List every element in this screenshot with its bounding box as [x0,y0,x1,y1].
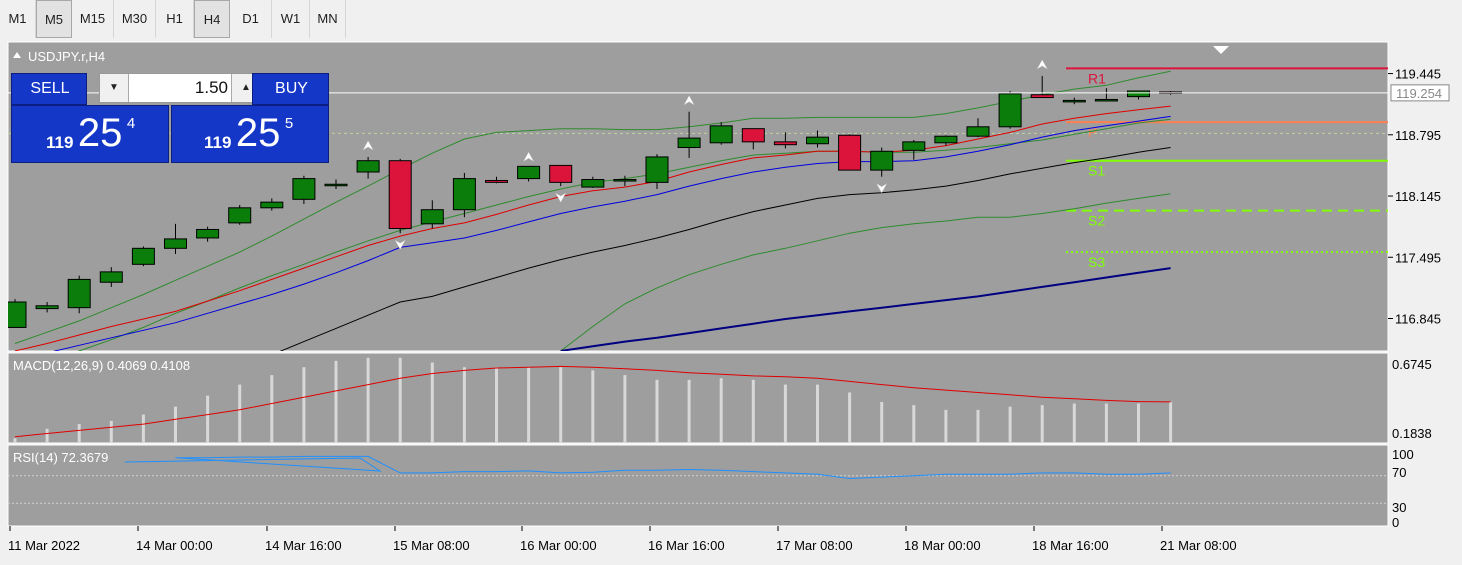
candle-body [485,179,508,183]
price-tick-label: 116.845 [1395,311,1441,326]
price-tick-label: 118.145 [1395,189,1441,204]
pivot-label-s1: S1 [1088,163,1105,179]
candle-body [998,93,1022,128]
candle-body [966,126,990,137]
buy-price-box[interactable]: 119 25 5 [171,105,329,163]
sell-button[interactable]: SELL [11,73,87,105]
sell-price-box[interactable]: 119 25 4 [11,105,169,163]
price-tick-label: 117.495 [1395,250,1441,265]
pivot-label-s2: S2 [1088,213,1105,229]
sell-label: SELL [30,80,70,97]
candle-body [8,301,27,328]
timeframe-button-h1[interactable]: H1 [156,0,194,38]
candle-body [164,238,187,249]
rsi-tick-label: 0 [1392,515,1399,530]
time-tick-label: 16 Mar 00:00 [520,538,597,553]
buy-price: 119 25 5 [204,111,293,156]
macd-tick-label: 0.1838 [1392,426,1432,441]
rsi-label: RSI(14) 72.3679 [13,450,108,465]
sell-big-figure: 119 [46,133,74,152]
candle-body [228,207,252,224]
rsi-tick-label: 30 [1392,500,1406,515]
candle-body [324,183,348,187]
candle-body [1030,94,1054,99]
macd-tick-label: 0.6745 [1392,357,1432,372]
price-tick-label: 119.445 [1395,67,1441,82]
timeframe-button-m30[interactable]: M30 [114,0,156,38]
current-price-label: 119.254 [1396,86,1442,101]
timeframe-button-d1[interactable]: D1 [230,0,272,38]
time-tick-label: 15 Mar 08:00 [393,538,470,553]
timeframe-button-m5[interactable]: M5 [36,0,72,38]
candle-body [677,137,701,149]
candle-body [581,179,605,188]
candle-body [420,209,444,225]
candle-body [773,141,797,146]
timeframe-toolbar: M1 M5 M15 M30 H1 H4 D1 W1 MN [0,0,820,39]
time-tick-label: 11 Mar 2022 [8,538,80,553]
symbol-label: USDJPY.r,H4 [28,49,105,64]
candle-body [1127,90,1150,98]
candle-body [452,178,476,211]
timeframe-button-h4[interactable]: H4 [194,0,230,38]
buy-button[interactable]: BUY [252,73,329,105]
candle-body [517,165,541,180]
candle-body [260,201,284,209]
candle-body [67,278,91,309]
candle-body [934,135,958,144]
sell-pips: 25 [77,111,123,155]
candle-body [35,305,59,310]
triangle-up-icon: ▲ [241,82,251,93]
candle-body [549,164,573,183]
lot-size-field[interactable]: ▼ 1.50 ▲ [99,73,261,103]
candle-body [902,141,926,151]
candle-body [292,178,316,200]
candle-body [196,228,220,239]
buy-pips: 25 [235,111,281,155]
time-tick-label: 18 Mar 00:00 [904,538,981,553]
buy-big-figure: 119 [204,133,232,152]
sell-fraction: 4 [126,115,136,132]
time-tick-label: 14 Mar 00:00 [136,538,213,553]
macd-label: MACD(12,26,9) 0.4069 0.4108 [13,358,190,373]
timeframe-button-m1[interactable]: M1 [0,0,36,38]
candle-body [709,125,733,144]
candle-body [1094,98,1118,102]
candle-body [131,247,155,265]
candle-body [613,179,637,182]
buy-label: BUY [275,80,308,97]
lot-size-value[interactable]: 1.50 [130,74,228,102]
candle-body [741,128,765,143]
candle-body [838,134,862,171]
time-tick-label: 17 Mar 08:00 [776,538,853,553]
time-tick-label: 21 Mar 08:00 [1160,538,1237,553]
buy-fraction: 5 [284,115,294,132]
candle-body [99,271,123,283]
candle-body [388,160,412,230]
timeframe-button-m15[interactable]: M15 [72,0,114,38]
lot-decrease-button[interactable]: ▼ [100,74,129,102]
time-tick-label: 14 Mar 16:00 [265,538,342,553]
rsi-tick-label: 70 [1392,465,1406,480]
timeframe-button-mn[interactable]: MN [310,0,346,38]
macd-pane [7,352,1389,444]
price-tick-label: 118.795 [1395,128,1441,143]
pivot-label-s3: S3 [1088,254,1105,270]
sell-price: 119 25 4 [46,111,135,156]
one-click-trading-panel: SELL ▼ 1.50 ▲ BUY 119 25 4 119 25 5 [11,73,329,163]
timeframe-button-w1[interactable]: W1 [272,0,310,38]
pivot-label-r1: R1 [1088,70,1106,86]
candle-body [870,150,894,171]
triangle-down-icon: ▼ [109,82,119,93]
rsi-tick-label: 100 [1392,447,1414,462]
time-tick-label: 16 Mar 16:00 [648,538,725,553]
candle-body [1062,99,1086,103]
candle-body [645,156,669,183]
candle-body [806,136,829,145]
time-tick-label: 18 Mar 16:00 [1032,538,1109,553]
candle-body [356,160,380,173]
